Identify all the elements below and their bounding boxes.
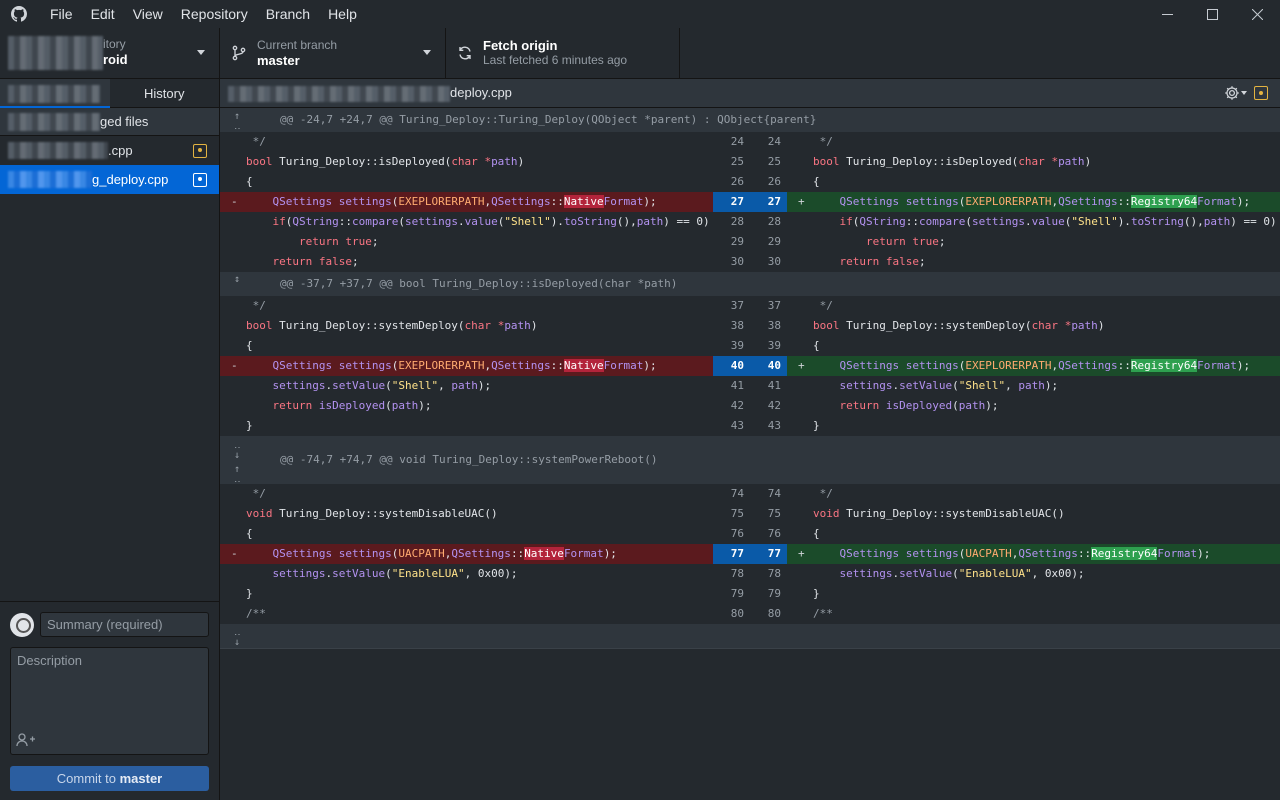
commit-button-prefix: Commit to xyxy=(56,771,120,786)
redacted-filename xyxy=(8,142,108,159)
repo-name: roid xyxy=(103,52,128,67)
description-input[interactable]: Description xyxy=(10,647,209,755)
diff-view: ↑ ‥ @@ -24,7 +24,7 @@ Turing_Deploy::Turi… xyxy=(220,108,1280,800)
hunk-header: ↕ @@ -37,7 +37,7 @@ bool Turing_Deploy::… xyxy=(220,272,1280,296)
diff-row: return false; 30 30 return false; xyxy=(220,252,1280,272)
redacted-repo-icon xyxy=(8,36,103,70)
repo-label: itory xyxy=(103,37,126,51)
title-bar: File Edit View Repository Branch Help xyxy=(0,0,1280,28)
hunk-header-text: @@ -37,7 +37,7 @@ bool Turing_Deploy::is… xyxy=(280,277,678,290)
close-icon xyxy=(1252,8,1263,20)
diff-row: if(QString::compare(settings.value("Shel… xyxy=(220,212,1280,232)
current-repository-button[interactable]: itory roid xyxy=(0,28,220,78)
diff-row: bool Turing_Deploy::systemDeploy(char *p… xyxy=(220,316,1280,336)
commit-panel: Summary (required) Description Commit to… xyxy=(0,601,219,800)
changed-files-label: ged files xyxy=(100,114,149,129)
diff-file-path: deploy.cpp xyxy=(450,85,512,100)
maximize-button[interactable] xyxy=(1190,0,1235,28)
current-branch-button[interactable]: Current branch master xyxy=(220,28,446,78)
branch-label: Current branch xyxy=(257,38,338,52)
expand-icon[interactable]: ↕ xyxy=(234,275,240,285)
hunk-header-text: @@ -74,7 +74,7 @@ void Turing_Deploy::sy… xyxy=(280,453,658,466)
hunk-header: ↑ ‥ @@ -24,7 +24,7 @@ Turing_Deploy::Turi… xyxy=(220,108,1280,132)
sync-icon xyxy=(459,46,471,60)
toolbar: itory roid Current branch master Fetch o… xyxy=(0,28,1280,79)
diff-row: return true; 29 29 return true; xyxy=(220,232,1280,252)
branch-name: master xyxy=(257,53,300,68)
diff-row: */ 74 74 */ xyxy=(220,484,1280,504)
close-button[interactable] xyxy=(1235,0,1280,28)
divider xyxy=(220,648,1280,649)
diff-row: void Turing_Deploy::systemDisableUAC() 7… xyxy=(220,504,1280,524)
sidebar: History ged files .cpp g_deploy.cpp Summ… xyxy=(0,79,220,800)
menu-help[interactable]: Help xyxy=(319,0,366,28)
expand-down-icon[interactable]: ‥ ↓ xyxy=(234,441,241,461)
fetch-status: Last fetched 6 minutes ago xyxy=(483,53,628,67)
sidebar-tabs: History xyxy=(0,79,219,108)
minimize-button[interactable] xyxy=(1145,0,1190,28)
diff-row: return isDeployed(path); 42 42 return is… xyxy=(220,396,1280,416)
diff-row-changed: - QSettings settings(EXEPLORERPATH,QSett… xyxy=(220,356,1280,376)
redacted-path xyxy=(228,86,450,102)
diff-row: bool Turing_Deploy::isDeployed(char *pat… xyxy=(220,152,1280,172)
add-coauthor-icon[interactable] xyxy=(16,733,36,747)
diff-row-changed: - QSettings settings(UACPATH,QSettings::… xyxy=(220,544,1280,564)
chevron-down-icon xyxy=(423,50,431,55)
menu-file[interactable]: File xyxy=(41,0,82,28)
diff-row: settings.setValue("EnableLUA", 0x00); 78… xyxy=(220,564,1280,584)
maximize-icon xyxy=(1207,8,1218,20)
fetch-origin-button[interactable]: Fetch origin Last fetched 6 minutes ago xyxy=(446,28,680,78)
hunk-header-text: @@ -24,7 +24,7 @@ Turing_Deploy::Turing_… xyxy=(280,113,817,126)
summary-input[interactable]: Summary (required) xyxy=(40,612,209,637)
expand-up-icon[interactable]: ↑ ‥ xyxy=(234,465,241,485)
tab-history[interactable]: History xyxy=(110,79,220,107)
menu-edit[interactable]: Edit xyxy=(82,0,124,28)
file-list-item[interactable]: .cpp xyxy=(0,136,219,165)
file-list-item-selected[interactable]: g_deploy.cpp xyxy=(0,165,219,194)
diff-row: */ 37 37 */ xyxy=(220,296,1280,316)
changed-files-header: ged files xyxy=(0,108,219,136)
avatar xyxy=(10,613,34,637)
menu-view[interactable]: View xyxy=(124,0,172,28)
diff-row: { 26 26 { xyxy=(220,172,1280,192)
github-logo-icon xyxy=(11,6,27,22)
hunk-header: ‥ ↓ ↑ ‥ @@ -74,7 +74,7 @@ void Turing_Depl… xyxy=(220,436,1280,485)
redacted-filename xyxy=(8,171,92,188)
redacted-tab-label xyxy=(8,85,100,103)
diff-row: */ 24 24 */ xyxy=(220,132,1280,152)
diff-row: { 76 76 { xyxy=(220,524,1280,544)
gear-icon[interactable] xyxy=(1224,85,1240,101)
file-name: g_deploy.cpp xyxy=(92,172,169,187)
hunk-footer: ‥ ↓ xyxy=(220,624,1280,648)
diff-row-changed: - QSettings settings(EXEPLORERPATH,QSett… xyxy=(220,192,1280,212)
diff-row: } 43 43 } xyxy=(220,416,1280,436)
redacted-header xyxy=(8,113,100,131)
menu-branch[interactable]: Branch xyxy=(257,0,319,28)
chevron-down-icon xyxy=(197,50,205,55)
file-name: .cpp xyxy=(108,143,133,158)
modified-icon xyxy=(193,143,207,158)
commit-button-branch: master xyxy=(119,771,163,786)
commit-button[interactable]: Commit to master xyxy=(10,766,209,791)
minimize-icon xyxy=(1162,13,1173,15)
branch-icon xyxy=(232,45,246,61)
fetch-label: Fetch origin xyxy=(483,38,558,53)
chevron-down-icon[interactable] xyxy=(1241,91,1247,95)
tab-changes[interactable] xyxy=(0,79,110,108)
modified-icon xyxy=(193,172,207,187)
modified-icon xyxy=(1254,86,1268,100)
expand-down-icon[interactable]: ‥ ↓ xyxy=(234,628,241,648)
diff-row: /** 80 80 /** xyxy=(220,604,1280,624)
diff-row: settings.setValue("Shell", path); 41 41 … xyxy=(220,376,1280,396)
expand-up-icon[interactable]: ↑ ‥ xyxy=(234,112,241,132)
diff-row: } 79 79 } xyxy=(220,584,1280,604)
menu-repository[interactable]: Repository xyxy=(172,0,257,28)
diff-row: { 39 39 { xyxy=(220,336,1280,356)
diff-header: deploy.cpp xyxy=(220,79,1280,108)
